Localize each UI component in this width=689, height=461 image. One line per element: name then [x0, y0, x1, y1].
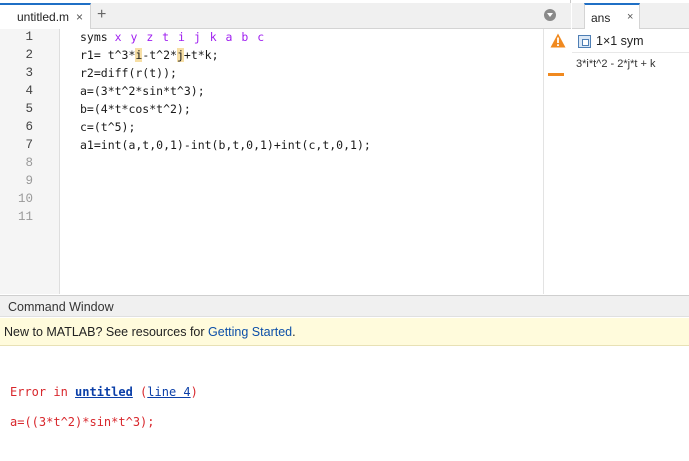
- variable-size: 1×1 sym: [596, 34, 644, 48]
- line-number: 2: [25, 48, 33, 62]
- highlighted-j: j: [176, 48, 184, 62]
- tab-label: untitled.m: [17, 10, 70, 24]
- line-number: 9: [25, 174, 33, 188]
- tab-ans[interactable]: ans ×: [584, 3, 640, 29]
- tab-untitled[interactable]: untitled.m ×: [0, 3, 91, 29]
- line-number: 7: [25, 138, 33, 152]
- code-line-7[interactable]: a1=int(a,t,0,1)-int(b,t,0,1)+int(c,t,0,1…: [80, 138, 371, 152]
- variable-info-row: 1×1 sym: [572, 31, 689, 53]
- line-number: 11: [17, 210, 33, 224]
- error-line-link[interactable]: line 4: [147, 385, 190, 399]
- symbol-vars: x y z t i j k a b c: [114, 30, 266, 44]
- warning-marker[interactable]: [548, 73, 564, 76]
- line-number: 6: [25, 120, 33, 134]
- code-area[interactable]: syms x y z t i j k a b c r1= t^3*i-t^2*j…: [80, 29, 540, 294]
- line-number: 10: [17, 192, 33, 206]
- error-code-line: a=((3*t^2)*sin*t^3);: [10, 415, 155, 429]
- variable-value[interactable]: 3*i*t^2 - 2*j*t + k: [576, 58, 655, 70]
- code-text: r1= t^3*: [80, 48, 136, 62]
- close-icon[interactable]: ×: [76, 10, 83, 24]
- editor-tab-bar: untitled.m × +: [0, 3, 571, 29]
- line-number: 4: [25, 84, 33, 98]
- code-line-1[interactable]: syms x y z t i j k a b c: [80, 30, 265, 44]
- workspace-tab-bar: ans ×: [572, 3, 689, 29]
- sym-variable-icon: [578, 35, 591, 48]
- command-window-header: Command Window: [0, 295, 689, 317]
- notice-prefix: New to MATLAB? See resources for: [4, 325, 209, 339]
- workspace-pane: ans × 1×1 sym 3*i*t^2 - 2*j*t + k: [572, 0, 689, 294]
- keyword-syms: syms: [80, 30, 115, 44]
- error-file-link[interactable]: untitled: [75, 385, 133, 399]
- editor-pane: untitled.m × + 1 2 3 4 5 6 7 8 9 10 11 s…: [0, 0, 571, 294]
- error-message: Error in untitled (line 4): [10, 385, 198, 399]
- code-text: +t*k;: [183, 48, 219, 62]
- add-tab-button[interactable]: +: [97, 6, 106, 24]
- code-line-2[interactable]: r1= t^3*i-t^2*j+t*k;: [80, 48, 219, 62]
- getting-started-link[interactable]: Getting Started: [208, 325, 292, 339]
- tab-label: ans: [591, 11, 611, 25]
- chevron-down-icon[interactable]: [544, 9, 556, 21]
- code-analyzer-bar: [543, 29, 571, 294]
- line-number: 1: [25, 30, 33, 44]
- command-window-title: Command Window: [8, 300, 114, 314]
- code-text: -t^2*: [142, 48, 177, 62]
- notice-text: New to MATLAB? See resources for Getting…: [4, 325, 296, 339]
- command-window-output[interactable]: Error in untitled (line 4) a=((3*t^2)*si…: [0, 347, 689, 461]
- code-line-5[interactable]: b=(4*t*cos*t^2);: [80, 102, 191, 116]
- line-number-gutter: 1 2 3 4 5 6 7 8 9 10 11: [0, 29, 60, 294]
- code-line-6[interactable]: c=(t^5);: [80, 120, 135, 134]
- warning-icon[interactable]: [550, 33, 566, 48]
- line-number: 3: [25, 66, 33, 80]
- getting-started-notice: New to MATLAB? See resources for Getting…: [0, 318, 689, 346]
- code-line-3[interactable]: r2=diff(r(t));: [80, 66, 177, 80]
- notice-suffix: .: [292, 325, 296, 339]
- close-icon[interactable]: ×: [627, 11, 633, 23]
- line-number: 8: [25, 156, 33, 170]
- line-number: 5: [25, 102, 33, 116]
- error-prefix: Error in: [10, 385, 76, 399]
- code-line-4[interactable]: a=(3*t^2*sin*t^3);: [80, 84, 205, 98]
